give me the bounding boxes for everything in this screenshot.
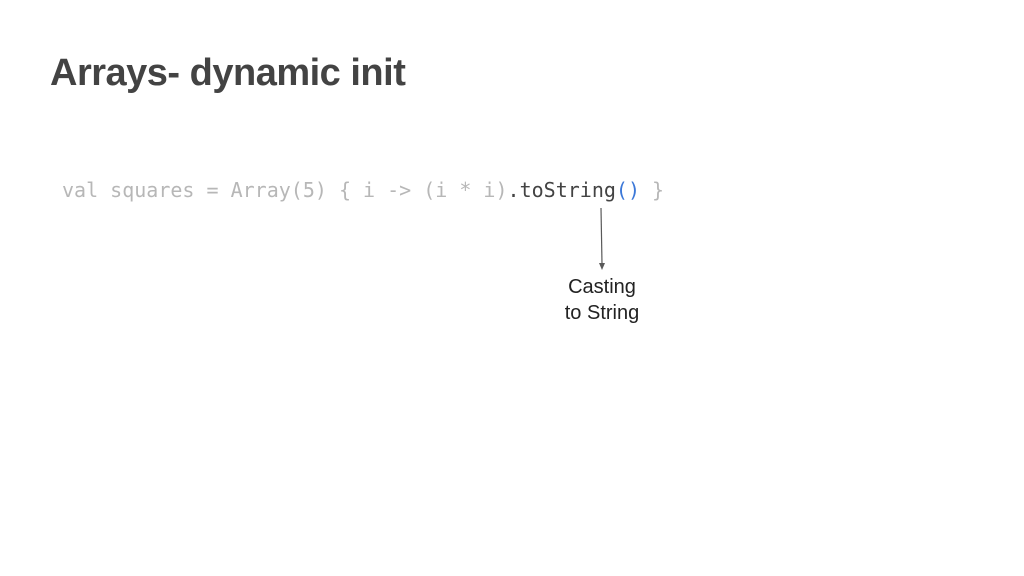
annotation-line-2: to String xyxy=(564,302,640,324)
code-method-parens: () xyxy=(615,178,640,202)
annotation-line-1: Casting xyxy=(568,276,636,298)
code-method-tostring: .toString xyxy=(507,178,616,202)
annotation-arrow xyxy=(599,207,605,270)
slide-title: Arrays- dynamic init xyxy=(50,52,406,94)
annotation-text: Casting to String xyxy=(540,274,664,326)
code-snippet: val squares = Array(5) { i -> (i * i).to… xyxy=(62,176,664,204)
code-prefix: val squares = Array(5) { i -> (i * i) xyxy=(62,178,508,202)
code-suffix: } xyxy=(640,178,665,202)
